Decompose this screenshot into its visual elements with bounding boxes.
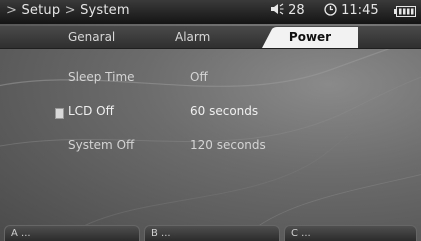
softkey-c[interactable]: C ... <box>284 225 417 241</box>
setting-row-lcd-off[interactable]: LCD Off 60 seconds <box>0 102 421 122</box>
setting-row-sleep-time[interactable]: Sleep Time Off <box>0 68 421 88</box>
volume-value: 28 <box>288 3 305 18</box>
battery-icon <box>394 6 416 17</box>
selection-marker-icon <box>55 108 64 119</box>
tab-bar: Genaral Alarm Power <box>0 26 421 49</box>
softkey-bar: A ... B ... C ... <box>0 225 421 241</box>
setting-value: 120 seconds <box>190 138 266 152</box>
setting-label: LCD Off <box>68 104 114 118</box>
setting-label: System Off <box>68 138 135 152</box>
breadcrumb-setup[interactable]: Setup <box>21 3 60 18</box>
breadcrumb-separator: > <box>6 3 18 18</box>
clock-indicator: 11:45 <box>324 3 379 18</box>
setting-label: Sleep Time <box>68 70 135 84</box>
setting-row-system-off[interactable]: System Off 120 seconds <box>0 136 421 156</box>
breadcrumb-system: System <box>80 3 130 18</box>
device-screen: > Setup > System 28 11:45 Genaral Alarm … <box>0 0 421 241</box>
setting-value: Off <box>190 70 208 84</box>
time-value: 11:45 <box>341 3 379 18</box>
tab-general[interactable]: Genaral <box>68 26 115 48</box>
tab-power[interactable]: Power <box>262 26 358 48</box>
softkey-a[interactable]: A ... <box>4 225 140 241</box>
softkey-b[interactable]: B ... <box>144 225 280 241</box>
tab-alarm[interactable]: Alarm <box>175 26 210 48</box>
breadcrumb-separator: > <box>64 3 76 18</box>
setting-value: 60 seconds <box>190 104 259 118</box>
clock-icon <box>324 3 337 16</box>
speaker-icon <box>271 3 284 15</box>
breadcrumb: > Setup > System <box>6 3 130 18</box>
volume-indicator: 28 <box>270 3 305 18</box>
status-bar: > Setup > System 28 11:45 <box>0 0 421 24</box>
